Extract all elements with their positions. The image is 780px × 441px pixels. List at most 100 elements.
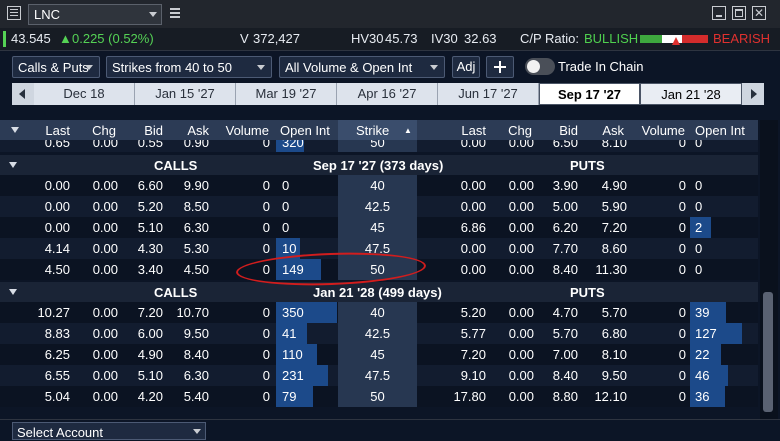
put-chg: 0.00	[508, 347, 534, 362]
call-volume: 0	[262, 305, 270, 320]
put-last: 0.00	[460, 241, 486, 256]
put-ask: 6.80	[601, 326, 627, 341]
strike-cell: 40	[338, 175, 417, 196]
call-volume: 0	[262, 241, 270, 256]
call-chg: 0.00	[92, 347, 118, 362]
call-open-int: 231	[282, 368, 304, 383]
put-volume: 0	[678, 241, 686, 256]
put-chg: 0.00	[508, 220, 534, 235]
put-open-int: 2	[695, 220, 703, 235]
strike-cell: 45	[338, 344, 417, 365]
put-open-int: 36	[695, 389, 710, 404]
put-last: 17.80	[453, 389, 486, 404]
call-open-int: 79	[282, 389, 297, 404]
table-row[interactable]: 10.27 0.00 7.20 10.70 0 350 40 5.20 0.00 4.70 5.70…	[0, 302, 758, 323]
call-last: 6.25	[44, 347, 70, 362]
strike-cell: 45	[338, 217, 417, 238]
put-chg: 0.00	[508, 389, 534, 404]
put-open-int: 127	[695, 326, 717, 341]
strike-cell: 42.5	[338, 323, 417, 344]
put-ask: 11.30	[595, 262, 627, 277]
put-chg: 0.00	[508, 305, 534, 320]
call-ask: 5.40	[183, 389, 209, 404]
call-bid: 4.30	[137, 241, 163, 256]
scrollbar-thumb[interactable]	[763, 292, 773, 412]
call-bid: 4.20	[137, 389, 163, 404]
put-volume: 0	[678, 368, 686, 383]
put-last: 5.77	[460, 326, 486, 341]
put-ask: 8.60	[601, 241, 627, 256]
call-volume: 0	[262, 347, 270, 362]
put-bid: 8.80	[552, 389, 578, 404]
put-chg: 0.00	[508, 326, 534, 341]
put-open-int: 0	[695, 241, 703, 256]
put-bid: 4.70	[552, 305, 578, 320]
put-open-int: 39	[695, 305, 710, 320]
call-ask: 5.30	[183, 241, 209, 256]
call-bid: 5.10	[137, 220, 163, 235]
put-volume: 0	[678, 199, 686, 214]
call-open-int: 10	[282, 241, 297, 256]
collapse-icon[interactable]	[9, 162, 17, 168]
account-select[interactable]: Select Account	[12, 422, 206, 440]
put-bid: 5.70	[552, 326, 578, 341]
put-ask: 4.90	[601, 178, 627, 193]
table-row[interactable]: 0.00 0.00 6.60 9.90 0 0 40 0.00 0.00 3.90 4.90 0 0	[0, 175, 758, 196]
table-row[interactable]: 6.55 0.00 5.10 6.30 0 231 47.5 9.10 0.00 8.40 9.50…	[0, 365, 758, 386]
collapse-icon[interactable]	[9, 289, 17, 295]
call-open-int: 0	[282, 220, 290, 235]
put-open-int: 0	[695, 262, 703, 277]
call-ask: 8.50	[183, 199, 209, 214]
call-volume: 0	[262, 220, 270, 235]
call-chg: 0.00	[92, 262, 118, 277]
call-open-int: 0	[282, 199, 290, 214]
chevron-down-icon	[193, 429, 201, 434]
put-volume: 0	[678, 305, 686, 320]
put-bid: 7.70	[552, 241, 578, 256]
call-chg: 0.00	[92, 368, 118, 383]
put-bid: 7.00	[552, 347, 578, 362]
strike-cell: 47.5	[338, 365, 417, 386]
call-chg: 0.00	[92, 241, 118, 256]
call-open-int: 110	[282, 347, 303, 362]
put-ask: 9.50	[601, 368, 627, 383]
option-chain-table: CALLS Sep 17 '27 (373 days) PUTS 0.00 0.00 6.…	[0, 0, 758, 419]
put-bid: 5.00	[552, 199, 578, 214]
table-row[interactable]: 5.04 0.00 4.20 5.40 0 79 50 17.80 0.00 8.80 12.10 0…	[0, 386, 758, 407]
call-open-int: 41	[282, 326, 297, 341]
section-header[interactable]: CALLS Sep 17 '27 (373 days) PUTS	[0, 155, 758, 175]
section-header[interactable]: CALLS Jan 21 '28 (499 days) PUTS	[0, 282, 758, 302]
put-chg: 0.00	[508, 241, 534, 256]
call-chg: 0.00	[92, 305, 118, 320]
put-chg: 0.00	[508, 262, 534, 277]
put-chg: 0.00	[508, 178, 534, 193]
call-ask: 10.70	[176, 305, 209, 320]
put-chg: 0.00	[508, 368, 534, 383]
call-chg: 0.00	[92, 220, 118, 235]
call-volume: 0	[262, 199, 270, 214]
call-ask: 4.50	[183, 262, 209, 277]
put-last: 9.10	[460, 368, 486, 383]
call-chg: 0.00	[92, 199, 118, 214]
put-ask: 5.70	[601, 305, 627, 320]
table-row[interactable]: 6.25 0.00 4.90 8.40 0 110 45 7.20 0.00 7.00 8.10 0 2…	[0, 344, 758, 365]
put-bid: 6.20	[552, 220, 578, 235]
put-volume: 0	[678, 347, 686, 362]
call-chg: 0.00	[92, 326, 118, 341]
call-last: 8.83	[44, 326, 70, 341]
call-ask: 9.50	[183, 326, 209, 341]
section-title: Jan 21 '28 (499 days)	[313, 285, 442, 300]
table-row[interactable]: 8.83 0.00 6.00 9.50 0 41 42.5 5.77 0.00 5.70 6.80 0…	[0, 323, 758, 344]
call-ask: 8.40	[183, 347, 209, 362]
call-bid: 6.60	[137, 178, 163, 193]
call-bid: 4.90	[137, 347, 163, 362]
call-last: 4.50	[44, 262, 70, 277]
call-last: 0.00	[44, 220, 70, 235]
put-last: 0.00	[460, 262, 486, 277]
section-calls-label: CALLS	[154, 158, 198, 173]
call-last: 5.04	[44, 389, 70, 404]
call-last: 4.14	[44, 241, 70, 256]
table-row[interactable]: 0.00 0.00 5.10 6.30 0 0 45 6.86 0.00 6.20 7.20 0 2	[0, 217, 758, 238]
table-row[interactable]: 0.00 0.00 5.20 8.50 0 0 42.5 0.00 0.00 5.00 5.90 0 0	[0, 196, 758, 217]
call-bid: 5.10	[137, 368, 163, 383]
